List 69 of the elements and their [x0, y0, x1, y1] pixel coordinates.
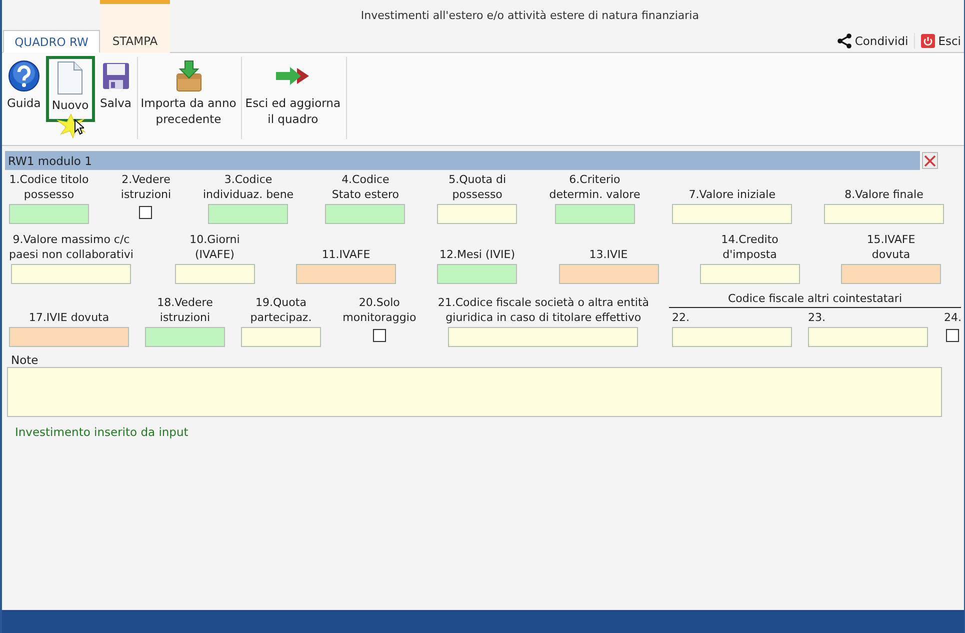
- input-field[interactable]: [808, 327, 928, 347]
- input-field[interactable]: [448, 327, 638, 347]
- field-label: 14.Credito d'imposta: [721, 232, 778, 262]
- status-message: Investimento inserito da input: [14, 425, 190, 439]
- field-label: 3.Codice individuaz. bene: [202, 172, 294, 202]
- input-field[interactable]: [296, 264, 396, 284]
- field-label: 10.Giorni (IVAFE): [190, 232, 240, 262]
- exit-button[interactable]: Esci: [914, 33, 964, 49]
- input-field[interactable]: [145, 327, 225, 347]
- field-label: 15.IVAFE dovuta: [866, 232, 916, 262]
- input-field[interactable]: [9, 204, 89, 224]
- field-label: 4.Codice Stato estero: [332, 172, 400, 202]
- close-button[interactable]: [922, 152, 938, 169]
- input-field[interactable]: [11, 264, 132, 284]
- field-label: 7.Valore iniziale: [688, 187, 776, 202]
- checkbox[interactable]: [139, 206, 152, 219]
- note-field[interactable]: [7, 367, 942, 417]
- field-label: 21.Codice fiscale società o altra entità giuridica in caso di titolare effettivo: [438, 295, 649, 325]
- field-label: 20.Solo monitoraggio: [342, 295, 416, 325]
- input-field[interactable]: [672, 204, 792, 224]
- share-button[interactable]: Condividi: [830, 33, 914, 49]
- help-icon: [8, 60, 40, 92]
- input-field[interactable]: [437, 264, 518, 284]
- input-field[interactable]: [672, 327, 792, 347]
- input-field[interactable]: [437, 204, 518, 224]
- checkbox[interactable]: [372, 329, 386, 342]
- toolbar-button[interactable]: Nuovo: [46, 56, 95, 122]
- input-field[interactable]: [9, 327, 129, 347]
- field-label: 18.Vedere istruzioni: [157, 295, 213, 325]
- toolbar-button[interactable]: Guida: [4, 57, 44, 139]
- field-label: 11.IVAFE: [322, 247, 370, 262]
- field-label: 24.: [944, 310, 962, 325]
- field-label: 8.Valore finale: [844, 187, 924, 202]
- input-field[interactable]: [174, 264, 255, 284]
- power-icon: [921, 34, 936, 48]
- share-icon: [836, 33, 852, 49]
- field-label: 13.IVIE: [589, 247, 628, 262]
- input-field[interactable]: [241, 327, 321, 347]
- checkbox[interactable]: [946, 329, 958, 342]
- arrow-right-icon: [274, 66, 311, 86]
- field-label: 17.IVIE dovuta: [28, 310, 110, 325]
- section-header: RW1 modulo 1: [5, 151, 920, 170]
- note-label: Note: [10, 353, 40, 367]
- field-label: 22.: [672, 310, 690, 325]
- input-field[interactable]: [700, 264, 800, 284]
- field-label: 6.Criterio determin. valore: [549, 172, 640, 202]
- toolbar-button[interactable]: Esci ed aggiorna il quadro: [242, 57, 344, 139]
- window-title: Investimenti all'estero e/o attività estere di natura finanziaria: [360, 8, 700, 22]
- input-field[interactable]: [208, 204, 288, 224]
- document-icon: [57, 61, 84, 95]
- field-label: 9.Valore massimo c/c paesi non collaborativi: [9, 232, 134, 262]
- input-field[interactable]: [325, 204, 406, 224]
- input-field[interactable]: [824, 204, 944, 224]
- toolbar-button[interactable]: Salva: [96, 57, 135, 139]
- field-label: 5.Quota di possesso: [448, 172, 506, 202]
- field-label: 2.Vedere istruzioni: [120, 172, 172, 202]
- field-label: 1.Codice titolo possesso: [9, 172, 89, 202]
- import-box-icon: [176, 60, 202, 92]
- input-field[interactable]: [558, 264, 658, 284]
- field-label: 12.Mesi (IVIE): [439, 247, 516, 262]
- group-heading: Codice fiscale altri cointestatari: [669, 292, 961, 308]
- toolbar-button[interactable]: Importa da anno precedente: [138, 57, 240, 139]
- input-field[interactable]: [841, 264, 941, 284]
- field-label: 19.Quota partecipaz.: [250, 295, 312, 325]
- tab[interactable]: STAMPA: [100, 0, 170, 53]
- tab[interactable]: QUADRO RW: [3, 30, 100, 53]
- mouse-cursor-icon: [74, 119, 84, 135]
- field-label: 23.: [808, 310, 826, 325]
- input-field[interactable]: [554, 204, 635, 224]
